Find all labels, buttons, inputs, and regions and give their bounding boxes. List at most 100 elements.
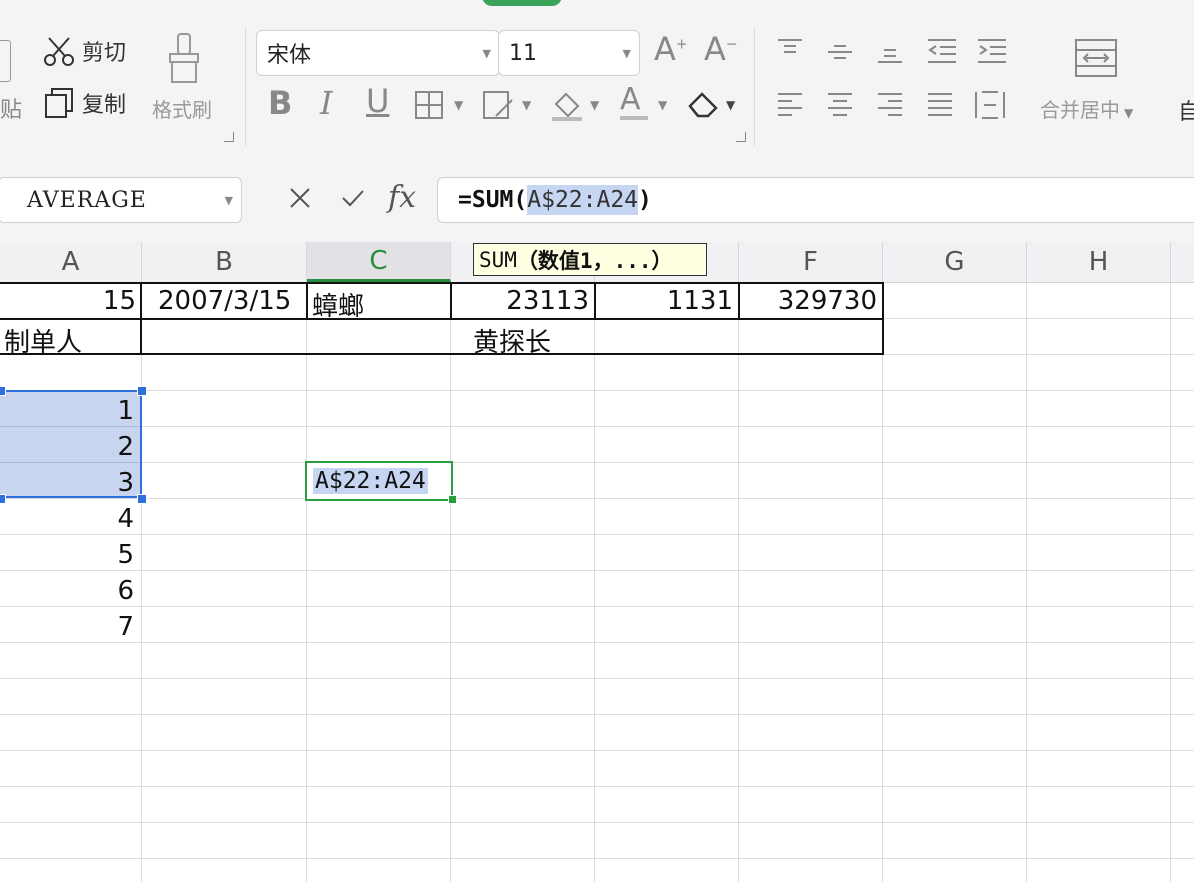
grid-line [0,462,1194,463]
paste-icon[interactable] [0,40,11,82]
chevron-down-icon[interactable]: ▼ [658,98,667,112]
format-painter-button[interactable]: 格式刷 [152,94,212,123]
cell-maker-label[interactable]: 制单人 [4,322,82,359]
align-bottom-icon[interactable] [876,38,904,68]
cancel-icon[interactable] [288,186,312,214]
cell-style-icon[interactable] [482,90,516,124]
next-group-label-partial[interactable]: 自 [1178,94,1194,126]
grid-line [0,570,1194,571]
justify-icon[interactable] [926,92,954,122]
chevron-down-icon: ▼ [622,46,631,60]
formula-input[interactable]: =SUM(A$22:A24) [437,177,1194,223]
grid-line [450,282,451,882]
list-item[interactable]: 2 [0,432,134,462]
editing-cell[interactable]: A$22:A24 [305,461,453,501]
format-painter-icon [162,30,208,90]
fill-color-icon[interactable] [550,88,584,126]
borders-icon[interactable] [414,90,444,124]
range-handle[interactable] [137,494,147,504]
column-header-c[interactable]: C [307,242,451,282]
cut-button[interactable]: 剪切 [42,34,126,68]
fx-icon[interactable]: fx [388,180,416,215]
align-center-icon[interactable] [826,92,854,122]
column-header-f[interactable]: F [739,242,883,282]
function-tooltip: SUM （数值1，...） [473,243,707,276]
column-header-h[interactable]: H [1027,242,1171,282]
chevron-down-icon[interactable]: ▼ [454,98,463,112]
grid-line [141,282,142,882]
grid-line [0,426,140,427]
grid-line [0,426,1194,427]
column-header-a[interactable]: A [0,242,142,282]
grid-line [0,858,1194,859]
font-size-select[interactable]: 11 ▼ [498,30,640,76]
chevron-down-icon[interactable]: ▼ [726,98,735,112]
grid-line [0,714,1194,715]
distributed-align-icon[interactable] [974,90,1006,124]
name-box-value: AVERAGE [27,187,147,213]
editing-cell-text: A$22:A24 [313,468,428,494]
column-header-partial[interactable] [1171,242,1194,282]
list-item[interactable]: 5 [0,540,134,570]
grid-line [883,354,1194,355]
fill-handle[interactable] [448,495,457,504]
cell-c-top[interactable]: 蟑螂 [312,286,364,323]
increase-indent-icon[interactable] [976,38,1008,68]
decrease-font-icon[interactable]: A− [704,30,738,68]
cell-e-top[interactable]: 1131 [595,286,733,316]
merge-center-button[interactable]: 合并居中 ▼ [1040,94,1133,123]
column-header-b[interactable]: B [142,242,307,282]
table-border [0,282,884,284]
list-item[interactable]: 1 [0,396,134,426]
grid-line [0,390,1194,391]
italic-icon[interactable]: I [320,84,333,122]
grid-line [0,750,1194,751]
copy-label: 复制 [82,93,127,118]
align-right-icon[interactable] [876,92,904,122]
font-name-value: 宋体 [267,43,312,68]
paste-label-partial: 贴 [0,98,23,123]
list-item[interactable]: 3 [0,468,134,498]
range-handle[interactable] [0,386,6,396]
grid-line [1026,282,1027,882]
decrease-indent-icon[interactable] [926,38,958,68]
group-divider [245,26,246,146]
chevron-down-icon[interactable]: ▼ [522,98,531,112]
align-top-icon[interactable] [776,38,804,68]
table-border [0,318,884,320]
eraser-icon[interactable] [686,88,722,122]
table-border [306,282,308,319]
tooltip-args: （数值1，...） [516,248,673,273]
copy-button[interactable]: 复制 [42,86,126,120]
cell-d-top[interactable]: 23113 [451,286,589,316]
increase-font-icon[interactable]: A+ [654,30,688,68]
table-border [882,282,884,355]
bold-icon[interactable]: B [268,84,292,122]
merge-center-icon[interactable] [1074,38,1118,82]
list-item[interactable]: 4 [0,504,134,534]
chevron-down-icon[interactable]: ▼ [590,98,599,112]
cell-a-top[interactable]: 15 [0,286,136,316]
cell-maker-name[interactable]: 黄探长 [142,322,882,359]
grid-line [0,498,1194,499]
range-handle[interactable] [137,386,147,396]
name-box[interactable]: AVERAGE ▼ [0,177,242,223]
list-item[interactable]: 7 [0,612,134,642]
font-color-icon[interactable]: A [620,82,641,117]
chevron-down-icon[interactable]: ▼ [225,194,241,207]
underline-icon[interactable]: U [366,82,389,120]
tooltip-function-name[interactable]: SUM [479,248,517,272]
scissors-icon [42,34,76,68]
grid-line [882,282,883,882]
grid-line [883,318,1194,319]
cell-b-top[interactable]: 2007/3/15 [158,286,291,316]
font-name-select[interactable]: 宋体 ▼ [256,30,500,76]
column-header-g[interactable]: G [883,242,1027,282]
cell-f-top[interactable]: 329730 [739,286,877,316]
font-launcher-icon[interactable] [736,132,746,142]
align-left-icon[interactable] [776,92,804,122]
confirm-icon[interactable] [340,186,366,214]
list-item[interactable]: 6 [0,576,134,606]
clipboard-launcher-icon[interactable] [224,132,234,142]
align-middle-icon[interactable] [826,38,854,68]
